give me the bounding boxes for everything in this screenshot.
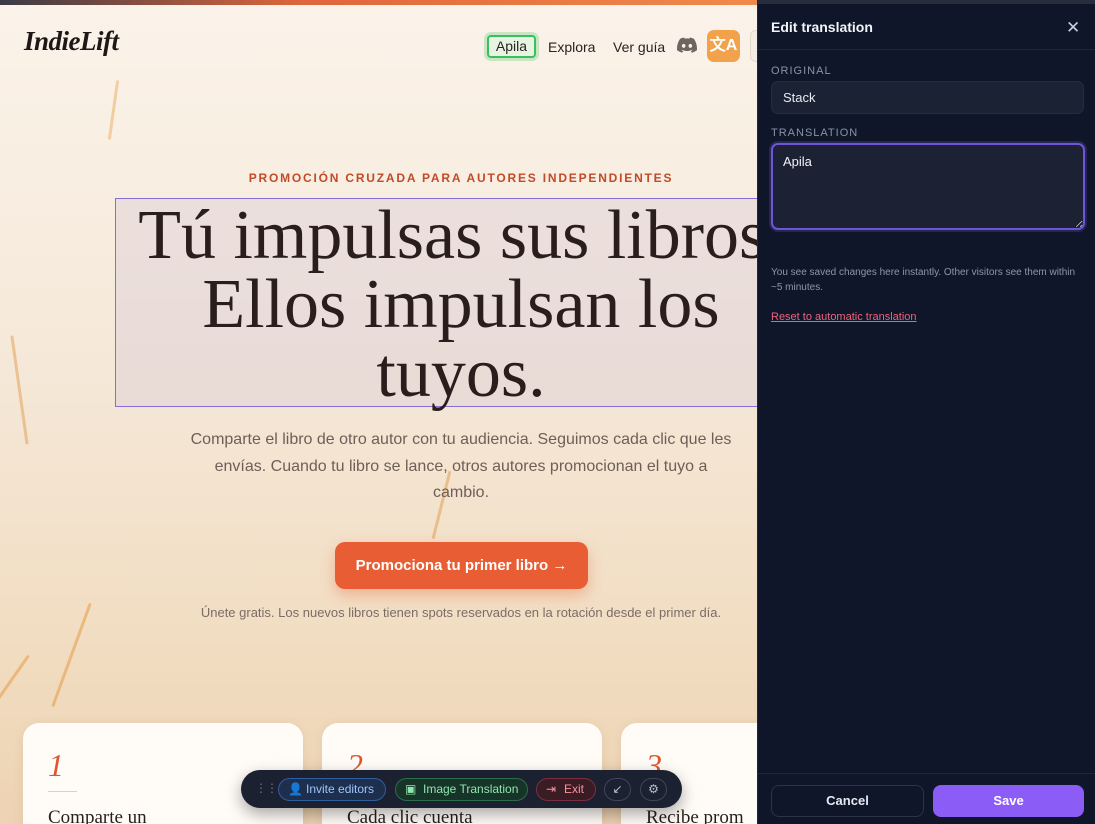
close-icon[interactable]: ✕: [1066, 18, 1080, 38]
original-label: ORIGINAL: [771, 65, 832, 77]
image-translation-label: Image Translation: [423, 782, 519, 796]
nav-item-explora[interactable]: Explora: [548, 39, 595, 55]
exit-button[interactable]: ⇥ Exit: [536, 778, 596, 801]
site-preview: IndieLift Apila Explora Ver guía 文A PROM…: [0, 0, 757, 824]
top-gradient-bar: [0, 0, 757, 5]
nav-item-ver-guia[interactable]: Ver guía: [613, 39, 665, 55]
collapse-icon: ↙: [612, 782, 623, 796]
panel-title: Edit translation: [771, 19, 873, 35]
invite-editors-label: Invite editors: [306, 782, 375, 796]
decorative-streak: [0, 654, 30, 706]
translation-input[interactable]: Apila: [771, 143, 1085, 230]
step-title: Cada clic cuenta: [347, 807, 473, 824]
save-note: You see saved changes here instantly. Ot…: [771, 267, 1076, 293]
invite-editors-button[interactable]: 👤 Invite editors: [278, 778, 386, 801]
translate-button[interactable]: 文A: [707, 30, 740, 62]
hero-title-line-2: Ellos impulsan los: [202, 266, 720, 343]
exit-icon: ⇥: [546, 782, 557, 796]
panel-footer: Cancel Save: [758, 773, 1095, 824]
cancel-button[interactable]: Cancel: [771, 785, 924, 817]
save-button[interactable]: Save: [933, 785, 1084, 817]
edit-translation-panel: Edit translation ✕ ORIGINAL Stack TRANSL…: [757, 0, 1095, 824]
settings-button[interactable]: ⚙: [640, 778, 667, 801]
hero-subtitle: Comparte el libro de otro autor con tu a…: [190, 431, 732, 501]
panel-header: Edit translation ✕: [758, 4, 1095, 50]
drag-handle-icon[interactable]: ⋮⋮: [255, 781, 278, 795]
decorative-streak: [107, 80, 120, 140]
gear-icon: ⚙: [648, 782, 659, 796]
nav-item-apila[interactable]: Apila: [487, 35, 536, 58]
exit-label: Exit: [564, 782, 585, 796]
step-title: Recibe prom: [646, 807, 744, 824]
image-translation-button[interactable]: ▣ Image Translation: [395, 778, 528, 801]
partial-button[interactable]: [750, 30, 757, 62]
user-plus-icon: 👤: [288, 782, 303, 796]
original-value: Stack: [771, 81, 1084, 114]
fineprint: Únete gratis. Los nuevos libros tienen s…: [200, 605, 722, 620]
decorative-streak: [51, 602, 92, 708]
hero-eyebrow: PROMOCIÓN CRUZADA PARA AUTORES INDEPENDI…: [248, 171, 674, 185]
hero-title-line-1: Tú impulsas sus libros.: [138, 197, 757, 274]
site-logo[interactable]: IndieLift: [24, 26, 119, 57]
image-icon: ▣: [405, 782, 417, 796]
step-number: 1: [48, 747, 64, 783]
discord-icon[interactable]: [677, 37, 697, 53]
reset-translation-link[interactable]: Reset to automatic translation: [771, 311, 917, 323]
translation-label: TRANSLATION: [771, 127, 859, 139]
step-divider: [48, 791, 77, 792]
cta-button[interactable]: Promociona tu primer libro →: [335, 542, 588, 589]
collapse-button[interactable]: ↙: [604, 778, 631, 801]
translate-icon: 文A: [709, 37, 738, 54]
step-title: Comparte un: [48, 807, 147, 824]
editor-toolbar: ⋮⋮ 👤 Invite editors ▣ Image Translation …: [241, 770, 682, 808]
hero-title-line-3: tuyos.: [376, 335, 546, 412]
